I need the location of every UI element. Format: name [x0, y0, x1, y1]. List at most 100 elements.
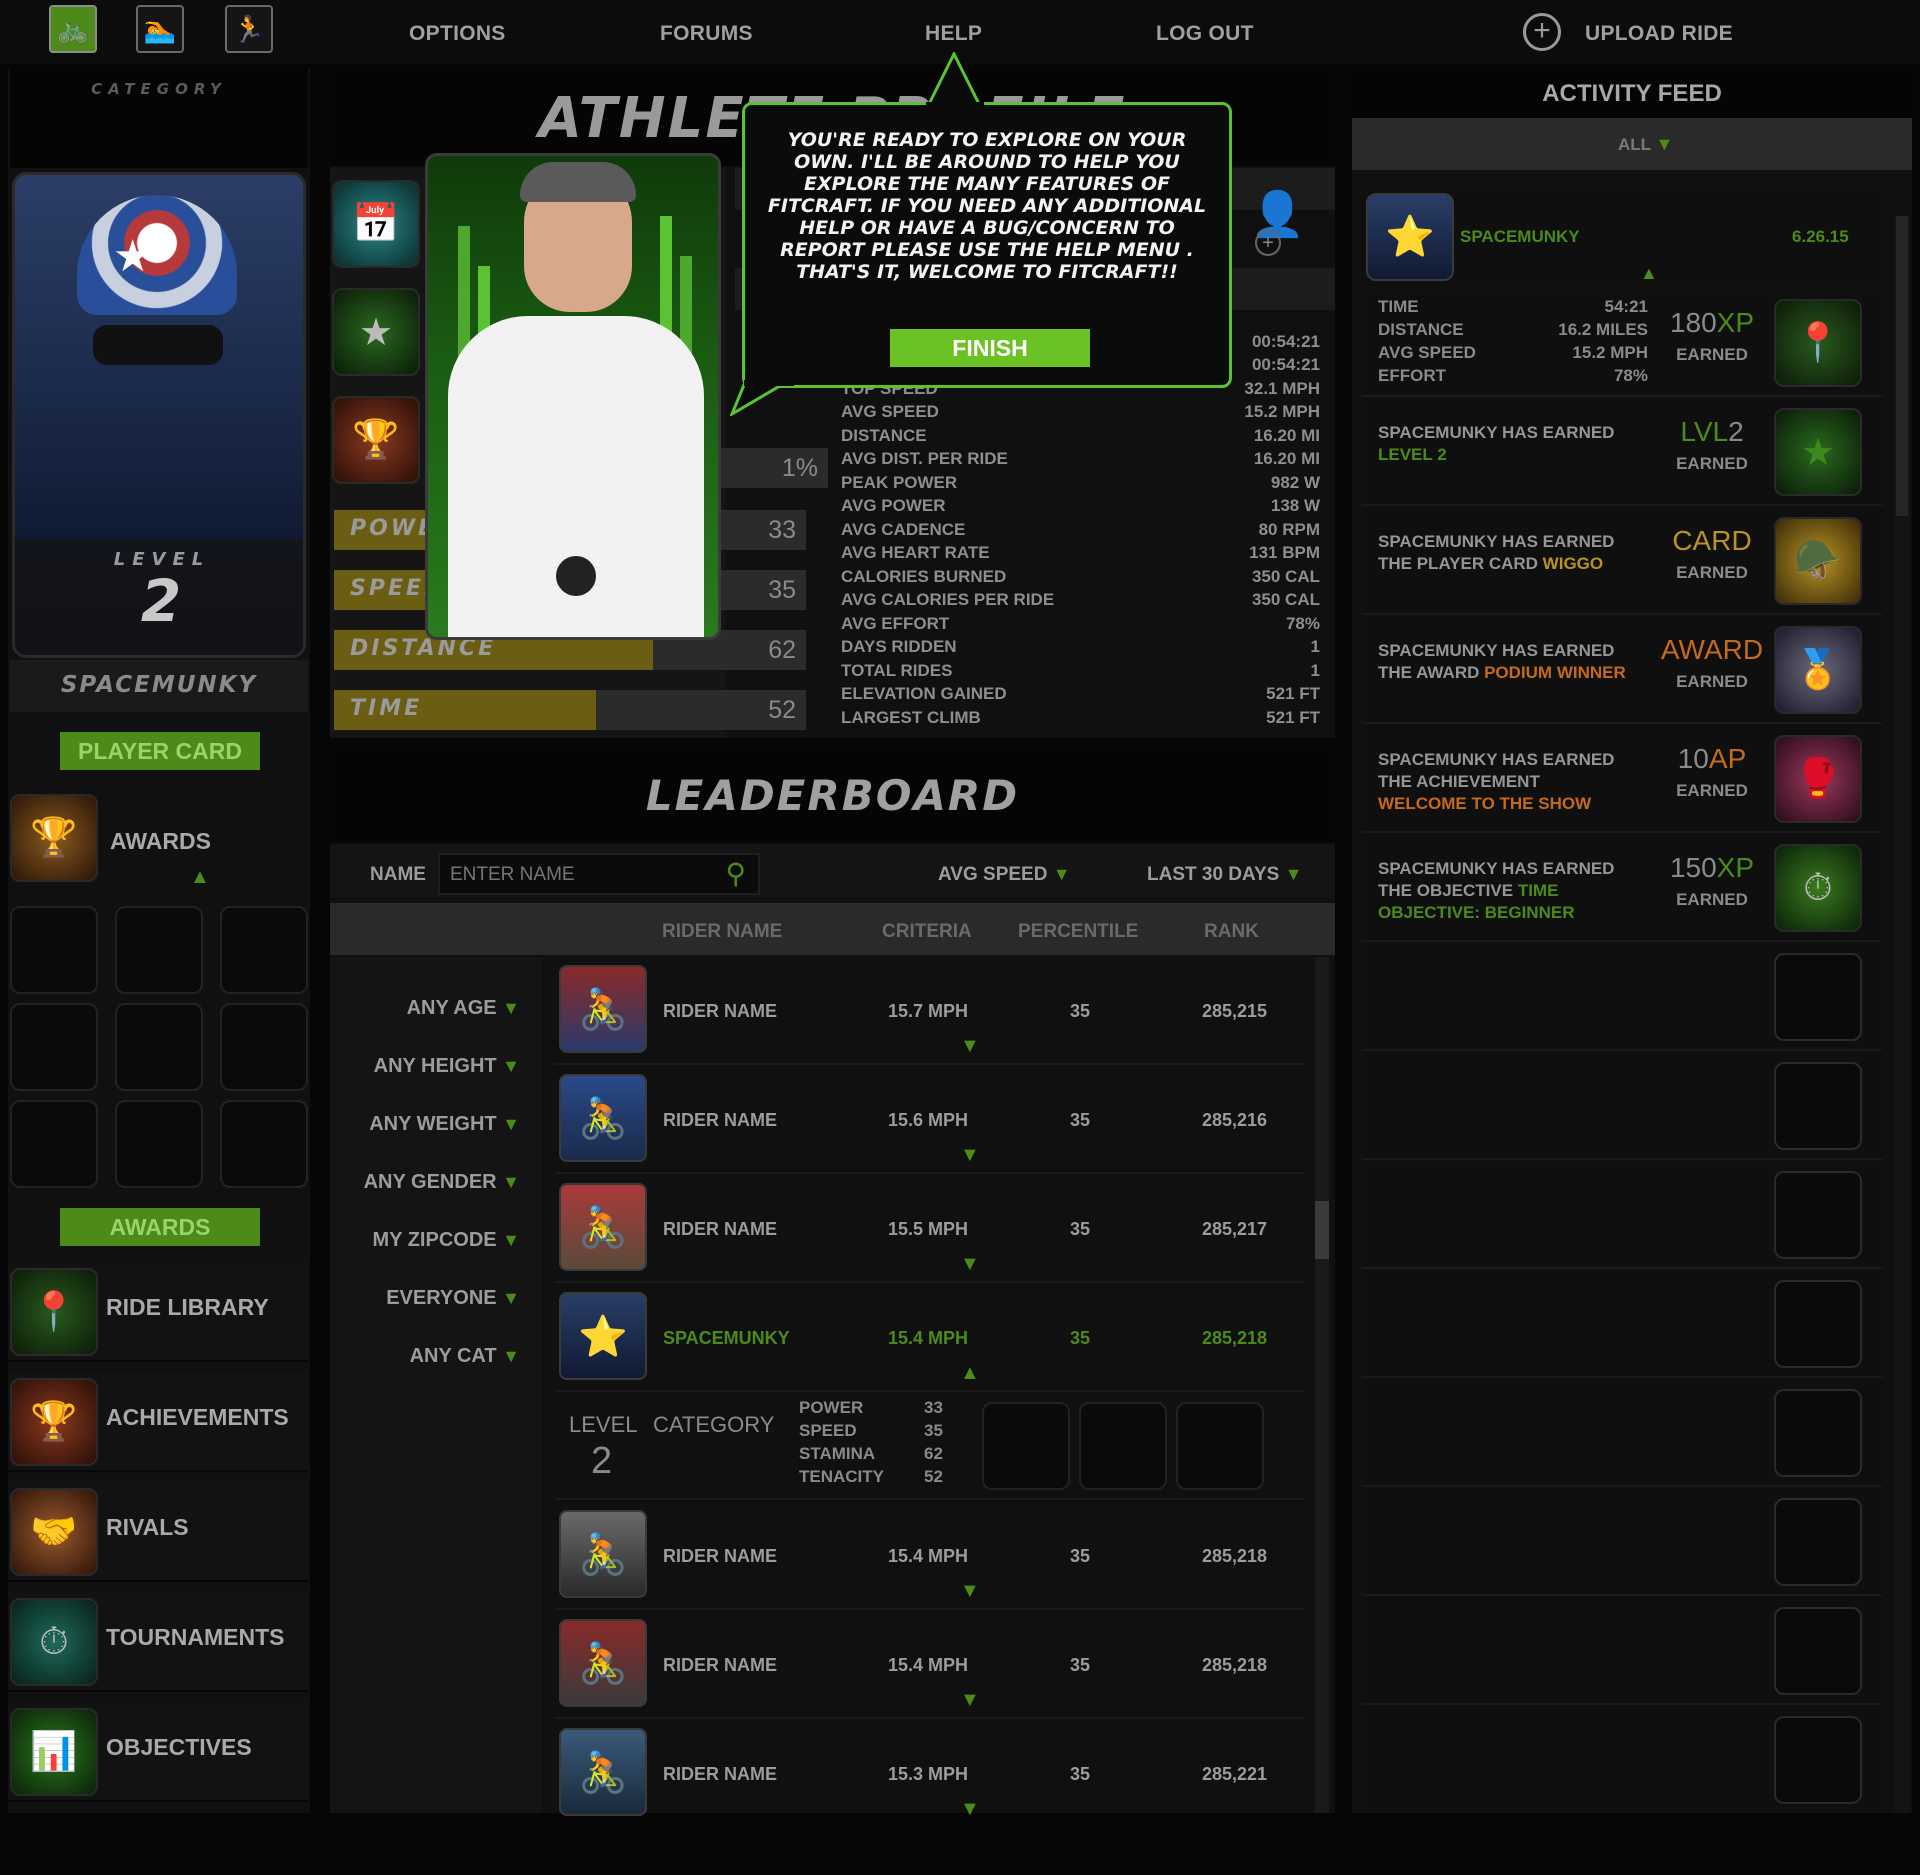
table-row[interactable]: 🚴 RIDER NAME 15.4 MPH 35 285,218 ▼ — [555, 1502, 1305, 1610]
award-slot[interactable] — [220, 1003, 308, 1091]
feed-item-award[interactable]: SPACEMUNKY HAS EARNED THE AWARD PODIUM WI… — [1362, 616, 1882, 724]
plus-icon[interactable]: + — [1255, 230, 1281, 256]
award-slot[interactable] — [10, 1100, 98, 1188]
award-slot[interactable] — [115, 1003, 203, 1091]
nav-help[interactable]: HELP — [925, 22, 982, 46]
filter-cat[interactable]: ANY CAT ▼ — [330, 1345, 520, 1368]
rider-criteria: 15.4 MPH — [888, 1655, 969, 1675]
finish-button[interactable]: FINISH — [890, 329, 1090, 367]
username: SPACEMUNKY — [60, 672, 258, 698]
ride-stat-label: AVG SPEED — [1378, 343, 1476, 362]
feed-line: SPACEMUNKY HAS EARNED — [1378, 859, 1615, 878]
filter-gender[interactable]: ANY GENDER ▼ — [330, 1171, 520, 1194]
table-row[interactable]: 🚴 RIDER NAME 15.6 MPH 35 285,216 ▼ — [555, 1066, 1305, 1174]
feed-item-objective[interactable]: SPACEMUNKY HAS EARNED THE OBJECTIVE TIME … — [1362, 834, 1882, 942]
awards-button[interactable]: AWARDS — [60, 1208, 260, 1246]
header-criteria[interactable]: CRITERIA — [882, 921, 972, 943]
filter-weight[interactable]: ANY WEIGHT ▼ — [330, 1113, 520, 1136]
nav-logout[interactable]: LOG OUT — [1156, 22, 1254, 46]
rider-name: RIDER NAME — [663, 1546, 778, 1566]
menu-rivals[interactable]: 🤝 RIVALS — [8, 1482, 308, 1582]
upload-plus-icon[interactable]: + — [1523, 13, 1561, 51]
menu-label: RIDE LIBRARY — [106, 1294, 269, 1320]
award-slot[interactable] — [115, 1100, 203, 1188]
period-select[interactable]: LAST 30 DAYS ▼ — [1147, 864, 1302, 886]
name-search-input[interactable] — [450, 863, 700, 887]
header-rank[interactable]: RANK — [1204, 921, 1259, 943]
filter-zipcode[interactable]: MY ZIPCODE ▼ — [330, 1229, 520, 1252]
empty-slot — [1774, 1716, 1862, 1804]
player-card-button[interactable]: PLAYER CARD — [60, 732, 260, 770]
expand-down-icon[interactable]: ▼ — [960, 1144, 980, 1167]
menu-tournaments[interactable]: ⏱ TOURNAMENTS — [8, 1592, 308, 1692]
feed-line: SPACEMUNKY HAS EARNED — [1378, 532, 1615, 551]
chevron-down-icon: ▼ — [1655, 134, 1674, 154]
feed-item-achievement[interactable]: SPACEMUNKY HAS EARNED THE ACHIEVEMENT WELC… — [1362, 725, 1882, 833]
menu-ride-library[interactable]: 📍 RIDE LIBRARY — [8, 1262, 308, 1362]
leaderboard-scrollbar[interactable] — [1315, 957, 1329, 1813]
award-slot[interactable] — [220, 1100, 308, 1188]
header-percentile[interactable]: PERCENTILE — [1018, 921, 1138, 943]
expand-down-icon[interactable]: ▼ — [960, 1580, 980, 1603]
nav-forums[interactable]: FORUMS — [660, 22, 753, 46]
table-row[interactable]: 🚴 RIDER NAME 15.4 MPH 35 285,218 ▼ — [555, 1611, 1305, 1719]
bike-mode-button[interactable]: 🚲 — [49, 5, 97, 53]
feed-item-card[interactable]: SPACEMUNKY HAS EARNED THE PLAYER CARD WIG… — [1362, 507, 1882, 615]
feed-filter-select[interactable]: ALL ▼ — [1618, 134, 1673, 155]
reward-amount: 180XP — [1652, 307, 1772, 339]
swim-mode-button[interactable]: 🏊 — [136, 5, 184, 53]
expand-down-icon[interactable]: ▼ — [960, 1689, 980, 1712]
criteria-select[interactable]: AVG SPEED ▼ — [938, 864, 1071, 886]
name-label: NAME — [370, 864, 426, 885]
rider-name: RIDER NAME — [663, 1219, 778, 1239]
header-rider-name[interactable]: RIDER NAME — [662, 921, 782, 943]
chevron-down-icon: ▼ — [502, 998, 520, 1018]
earned-label: EARNED — [1676, 563, 1748, 582]
table-row[interactable]: 🚴 RIDER NAME 15.5 MPH 35 285,217 ▼ — [555, 1175, 1305, 1283]
stat-label: CALORIES BURNED — [841, 567, 1007, 586]
award-slot[interactable] — [220, 906, 308, 994]
filter-age[interactable]: ANY AGE ▼ — [330, 997, 520, 1020]
percent-box: 1% — [720, 448, 828, 488]
stat-bar-time: TIME 52 — [334, 690, 806, 730]
scrollbar-thumb[interactable] — [1896, 216, 1908, 516]
table-row[interactable]: 🚴 RIDER NAME 15.3 MPH 35 285,221 ▼ — [555, 1720, 1305, 1820]
award-slot[interactable] — [10, 1003, 98, 1091]
feed-scrollbar[interactable] — [1894, 216, 1910, 1813]
collapse-up-icon[interactable]: ▲ — [190, 866, 210, 889]
table-row-current-user[interactable]: ⭐ SPACEMUNKY 15.4 MPH 35 285,218 ▲ — [555, 1284, 1305, 1392]
upload-ride-link[interactable]: UPLOAD RIDE — [1585, 22, 1733, 46]
expand-down-icon[interactable]: ▼ — [960, 1253, 980, 1276]
empty-slot — [1774, 1171, 1862, 1259]
search-icon[interactable]: ⚲ — [725, 857, 746, 890]
collapse-up-icon[interactable]: ▲ — [1640, 263, 1658, 284]
expand-down-icon[interactable]: ▼ — [960, 1035, 980, 1058]
feed-empty-row — [1362, 1597, 1882, 1705]
stat-value: 15.2 MPH — [1244, 402, 1320, 421]
detail-stat-value: 62 — [924, 1444, 943, 1463]
collapse-up-icon[interactable]: ▲ — [960, 1362, 980, 1385]
table-row[interactable]: 🚴 RIDER NAME 15.7 MPH 35 285,215 ▼ — [555, 957, 1305, 1065]
awards-trophy-icon: 🏆 — [10, 794, 98, 882]
scrollbar-thumb[interactable] — [1315, 1201, 1329, 1259]
swim-icon: 🏊 — [143, 13, 177, 44]
nav-options[interactable]: OPTIONS — [409, 22, 506, 46]
menu-achievements[interactable]: 🏆 ACHIEVEMENTS — [8, 1372, 308, 1472]
feed-item-level[interactable]: SPACEMUNKY HAS EARNED LEVEL 2 LVL2 EARNED… — [1362, 398, 1882, 506]
award-slot[interactable] — [10, 906, 98, 994]
run-icon: 🏃 — [232, 13, 266, 44]
stat-value: 00:54:21 — [1251, 332, 1320, 351]
run-mode-button[interactable]: 🏃 — [225, 5, 273, 53]
player-card[interactable]: ★ LEVEL 2 — [12, 172, 306, 658]
award-slot[interactable] — [115, 906, 203, 994]
earned-label: EARNED — [1676, 454, 1748, 473]
card-slot[interactable] — [982, 1402, 1070, 1490]
menu-objectives[interactable]: 📊 OBJECTIVES — [8, 1702, 308, 1802]
bubble-pointer-left — [730, 380, 794, 416]
feed-user-row[interactable]: ⭐ SPACEMUNKY 6.26.15 ▲ — [1362, 185, 1882, 287]
card-slot[interactable] — [1079, 1402, 1167, 1490]
filter-everyone[interactable]: EVERYONE ▼ — [330, 1287, 520, 1310]
card-slot[interactable] — [1176, 1402, 1264, 1490]
expand-down-icon[interactable]: ▼ — [960, 1798, 980, 1821]
filter-height[interactable]: ANY HEIGHT ▼ — [330, 1055, 520, 1078]
